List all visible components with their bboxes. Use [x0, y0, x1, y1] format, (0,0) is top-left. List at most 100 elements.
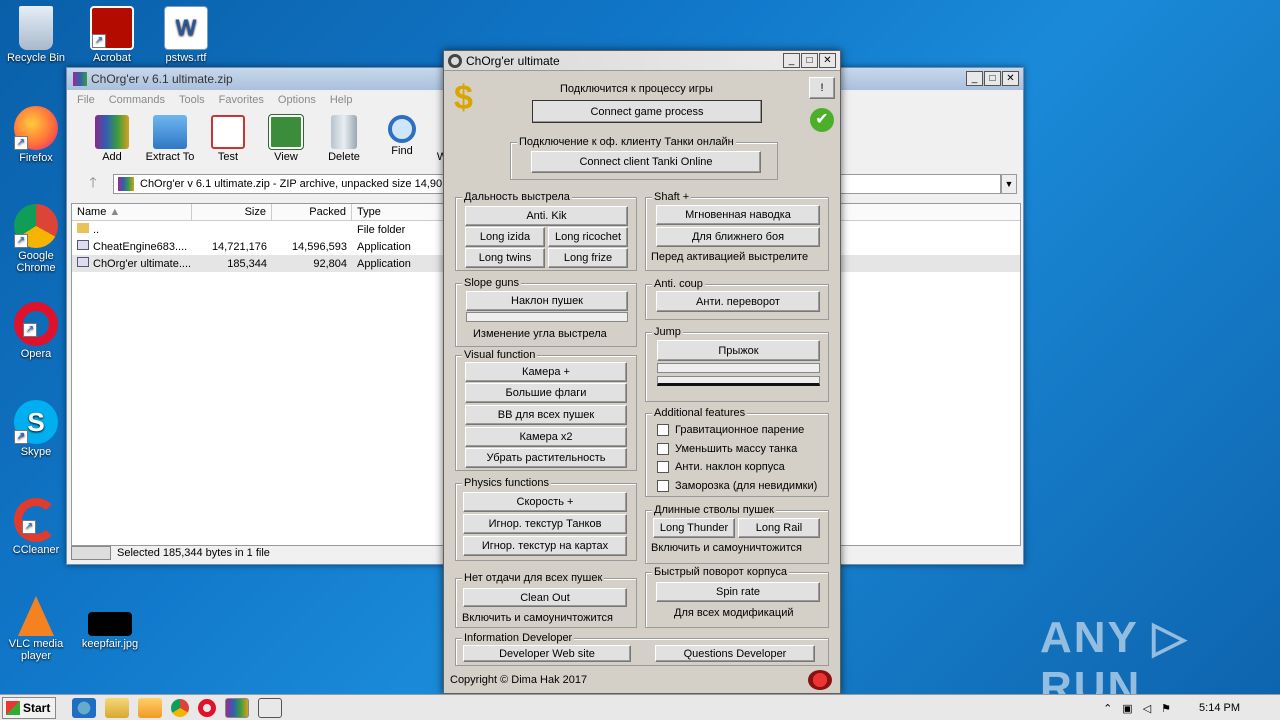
desktop-icon-label: Skype — [20, 446, 52, 458]
close-button[interactable]: ✕ — [819, 53, 836, 68]
connect-game-process-button[interactable]: Connect game process — [532, 100, 762, 123]
column-size[interactable]: Size — [192, 204, 272, 220]
additional-group: Additional features Гравитационное парен… — [645, 407, 829, 497]
volume-icon[interactable]: ◁ — [1143, 702, 1151, 715]
maximize-button[interactable]: □ — [984, 71, 1001, 86]
desktop-icon-chrome[interactable]: ↗ Google Chrome — [0, 204, 72, 274]
minimize-button[interactable]: _ — [783, 53, 800, 68]
start-button[interactable]: Start — [2, 696, 56, 719]
anti-flip-button[interactable]: Анти. переворот — [656, 291, 820, 312]
up-arrow-icon[interactable]: 🡑 — [73, 172, 113, 196]
close-combat-button[interactable]: Для ближнего боя — [656, 227, 820, 247]
long-twins-button[interactable]: Long twins — [465, 248, 545, 268]
desktop-icon-vlc[interactable]: VLC media player — [0, 596, 72, 662]
system-tray: ⌃ ▣ ◁ ⚑ 5:14 PM — [1103, 695, 1280, 720]
folder-icon — [153, 115, 187, 149]
minimize-button[interactable]: _ — [966, 71, 983, 86]
jump-button[interactable]: Прыжок — [657, 340, 820, 361]
speed-plus-button[interactable]: Скорость + — [463, 492, 627, 512]
flag-icon[interactable]: ⚑ — [1161, 702, 1171, 715]
camera-plus-button[interactable]: Камера + — [465, 362, 627, 382]
desktop-icon-label: CCleaner — [12, 544, 60, 556]
chorger-taskbar-icon[interactable] — [258, 697, 282, 718]
find-button[interactable]: Find — [373, 109, 431, 169]
menu-commands[interactable]: Commands — [109, 94, 165, 106]
column-name-label: Name — [77, 206, 107, 218]
tilt-guns-button[interactable]: Наклон пушек — [466, 291, 628, 311]
find-label: Find — [391, 145, 413, 157]
view-button[interactable]: View — [257, 109, 315, 169]
anti-kik-button[interactable]: Anti. Kik — [465, 206, 628, 226]
remove-plants-button[interactable]: Убрать растительность — [465, 448, 627, 468]
test-button[interactable]: Test — [199, 109, 257, 169]
power-icon[interactable] — [808, 670, 832, 690]
desktop-icon-recycle-bin[interactable]: Recycle Bin — [0, 6, 72, 64]
winrar-taskbar-icon[interactable] — [225, 697, 249, 718]
drive-icon — [71, 546, 111, 560]
column-packed[interactable]: Packed — [272, 204, 352, 220]
developer-site-button[interactable]: Developer Web site — [463, 645, 631, 662]
ignore-tank-textures-button[interactable]: Игнор. текстур Танков — [463, 514, 627, 534]
menu-tools[interactable]: Tools — [179, 94, 205, 106]
help-button[interactable]: ! — [809, 77, 835, 99]
close-button[interactable]: ✕ — [1002, 71, 1019, 86]
bb-all-guns-button[interactable]: ВВ для всех пушек — [465, 405, 627, 425]
long-thunder-button[interactable]: Long Thunder — [653, 518, 735, 538]
ie-icon[interactable] — [72, 697, 96, 718]
camera-x2-button[interactable]: Камера х2 — [465, 427, 627, 447]
winrar-window-controls: _ □ ✕ — [966, 71, 1019, 86]
chrome-icon: ↗ — [14, 204, 58, 248]
word-document-icon: W — [164, 6, 208, 50]
instant-aim-button[interactable]: Мгновенная наводка — [656, 205, 820, 225]
desktop-icon-label: Recycle Bin — [6, 52, 66, 64]
physics-group-label: Physics functions — [462, 477, 551, 489]
desktop-icon-keepfair[interactable]: keepfair.jpg — [74, 612, 146, 650]
long-izida-button[interactable]: Long izida — [465, 227, 545, 247]
desktop-icon-skype[interactable]: S ↗ Skype — [0, 400, 72, 458]
media-player-icon[interactable] — [138, 697, 162, 718]
jump-slider[interactable] — [657, 363, 820, 373]
tray-expand-icon[interactable]: ⌃ — [1103, 702, 1112, 715]
gravity-float-checkbox[interactable]: Гравитационное парение — [657, 424, 804, 436]
menu-file[interactable]: File — [77, 94, 95, 106]
big-flags-button[interactable]: Большие флаги — [465, 383, 627, 403]
maximize-button[interactable]: □ — [801, 53, 818, 68]
jump-height-slider[interactable] — [657, 376, 820, 386]
desktop-icon-acrobat[interactable]: ↗ Acrobat — [76, 6, 148, 64]
desktop-icon-opera[interactable]: ↗ Opera — [0, 302, 72, 360]
test-label: Test — [217, 151, 239, 163]
long-rail-button[interactable]: Long Rail — [738, 518, 820, 538]
long-ricochet-button[interactable]: Long ricochet — [548, 227, 628, 247]
delete-button[interactable]: Delete — [315, 109, 373, 169]
add-button[interactable]: Add — [83, 109, 141, 169]
slope-slider[interactable] — [466, 312, 628, 322]
long-frize-button[interactable]: Long frize — [548, 248, 628, 268]
clean-out-button[interactable]: Clean Out — [463, 588, 627, 607]
chevron-down-icon[interactable]: ▼ — [1001, 174, 1017, 194]
ignore-map-textures-button[interactable]: Игнор. текстур на картах — [463, 536, 627, 556]
reduce-mass-checkbox[interactable]: Уменьшить массу танка — [657, 443, 797, 455]
column-name[interactable]: Name ▲ — [72, 204, 192, 220]
questions-developer-button[interactable]: Questions Developer — [655, 645, 815, 662]
desktop-icon-pstws[interactable]: W pstws.rtf — [150, 6, 222, 64]
explorer-folder-icon[interactable] — [105, 697, 129, 718]
chrome-taskbar-icon[interactable] — [171, 698, 189, 717]
opera-taskbar-icon[interactable] — [198, 698, 216, 717]
row-name: CheatEngine683.... — [93, 241, 188, 253]
extract-to-button[interactable]: Extract To — [141, 109, 199, 169]
taskbar: Start ⌃ ▣ ◁ ⚑ 5:14 PM — [0, 694, 1280, 720]
network-icon[interactable]: ▣ — [1122, 702, 1132, 715]
shaft-group: Shaft + Мгновенная наводка Для ближнего … — [645, 191, 829, 271]
desktop-icon-ccleaner[interactable]: ↗ CCleaner — [0, 498, 72, 556]
menu-favorites[interactable]: Favorites — [219, 94, 264, 106]
connect-client-button[interactable]: Connect client Tanki Online — [531, 151, 761, 173]
menu-options[interactable]: Options — [278, 94, 316, 106]
chorger-titlebar[interactable]: ChOrg'er ultimate — [444, 51, 840, 71]
menu-help[interactable]: Help — [330, 94, 353, 106]
spin-rate-button[interactable]: Spin rate — [656, 582, 820, 602]
clock[interactable]: 5:14 PM — [1199, 702, 1240, 714]
desktop-icon-label: Google Chrome — [16, 250, 56, 274]
anti-tilt-checkbox[interactable]: Анти. наклон корпуса — [657, 461, 785, 473]
freeze-checkbox[interactable]: Заморозка (для невидимки) — [657, 480, 817, 492]
desktop-icon-firefox[interactable]: ↗ Firefox — [0, 106, 72, 164]
